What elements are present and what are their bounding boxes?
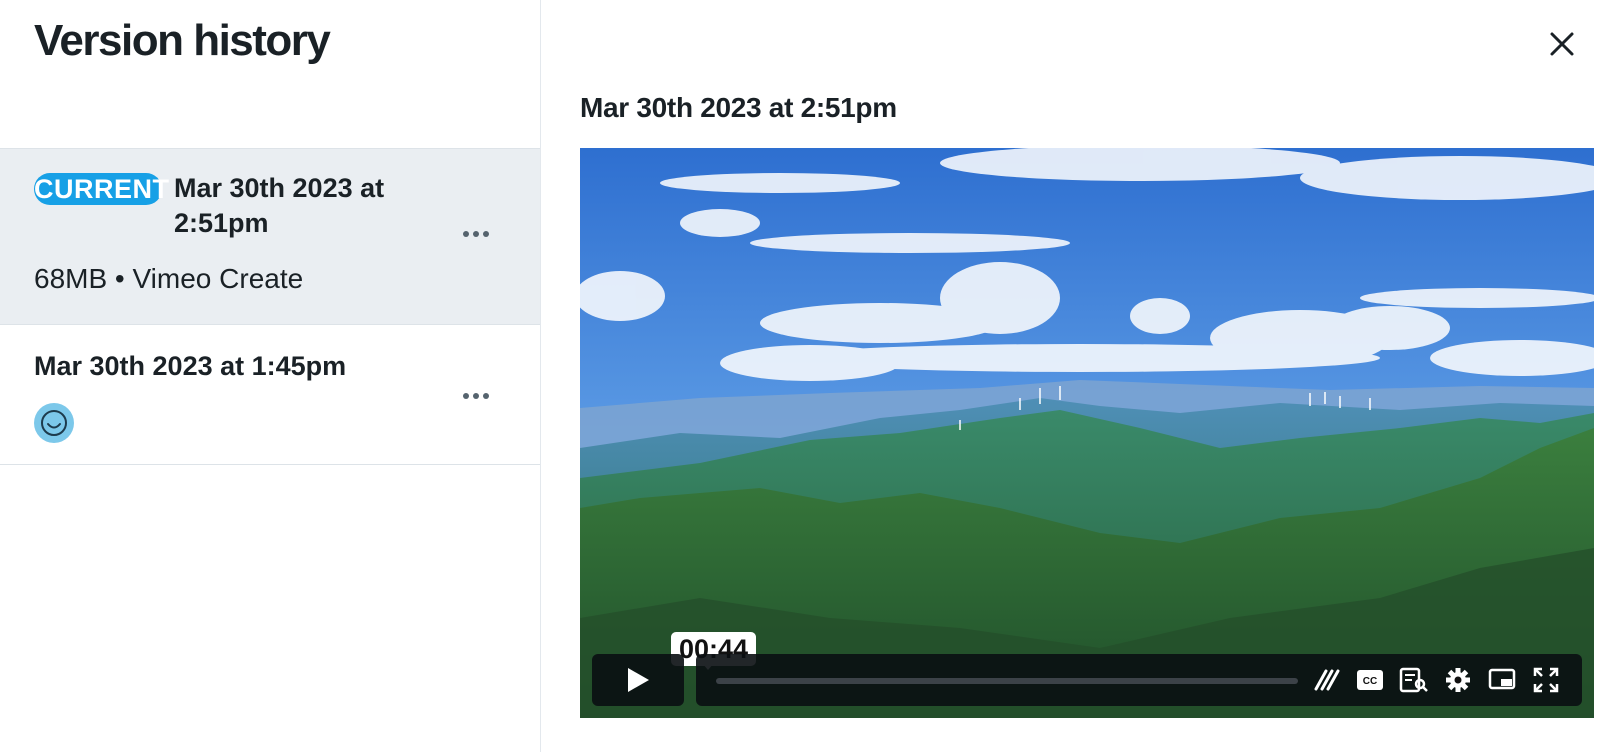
transcript-search-icon[interactable]	[1398, 665, 1430, 695]
close-icon[interactable]	[1540, 22, 1584, 66]
progress-track[interactable]	[716, 678, 1298, 684]
play-button[interactable]	[592, 654, 684, 706]
player-controls: CC	[592, 654, 1582, 706]
version-item[interactable]: Mar 30th 2023 at 1:45pm	[0, 325, 540, 465]
gear-icon[interactable]	[1442, 665, 1474, 695]
version-date: Mar 30th 2023 at 1:45pm	[34, 351, 347, 381]
page-title: Version history	[34, 16, 331, 65]
smiley-avatar-icon	[34, 403, 74, 443]
control-bar: CC	[696, 654, 1582, 706]
more-options-button[interactable]	[456, 219, 496, 249]
more-options-button[interactable]	[456, 381, 496, 411]
video-player[interactable]: 00:44 CC	[580, 148, 1594, 718]
speed-icon[interactable]	[1310, 665, 1342, 695]
version-list: CURRENT Mar 30th 2023 at 2:51pm 68MB • V…	[0, 148, 540, 465]
version-item-current[interactable]: CURRENT Mar 30th 2023 at 2:51pm 68MB • V…	[0, 149, 540, 325]
current-badge: CURRENT	[34, 173, 170, 205]
version-date: Mar 30th 2023 at 2:51pm	[174, 173, 385, 238]
fullscreen-icon[interactable]	[1530, 665, 1562, 695]
preview-title: Mar 30th 2023 at 2:51pm	[580, 92, 897, 123]
closed-captions-icon[interactable]: CC	[1354, 665, 1386, 695]
picture-in-picture-icon[interactable]	[1486, 665, 1518, 695]
play-icon	[628, 668, 649, 692]
version-sidebar: Version history CURRENT Mar 30th 2023 at…	[0, 0, 541, 752]
version-meta: 68MB • Vimeo Create	[34, 263, 304, 294]
svg-text:CC: CC	[1363, 676, 1377, 687]
